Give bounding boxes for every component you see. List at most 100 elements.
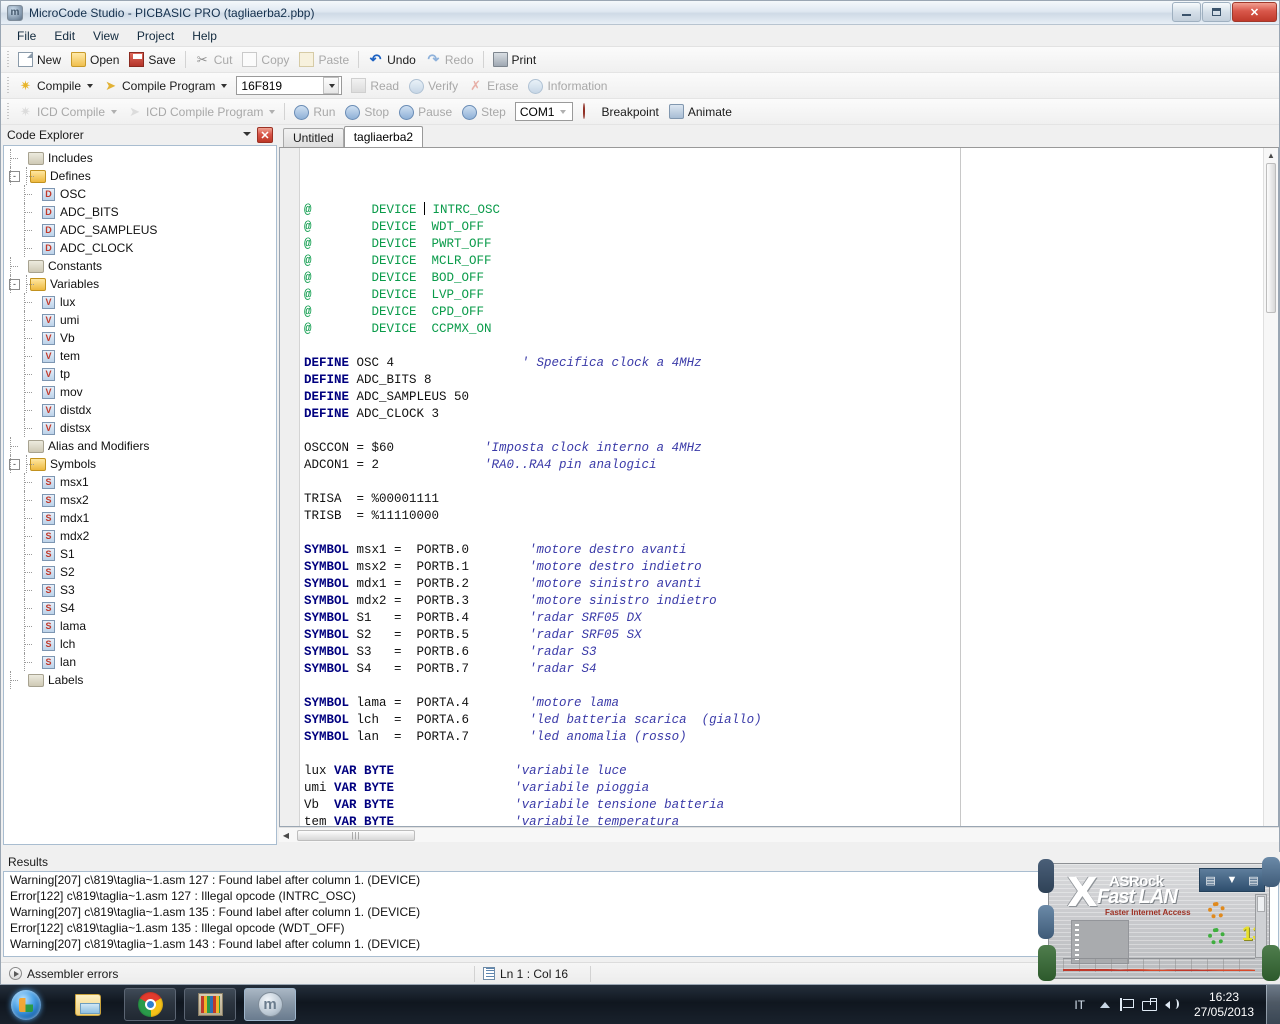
pause-button[interactable]: Pause bbox=[394, 102, 457, 122]
tree-item-lux[interactable]: Vlux bbox=[4, 293, 276, 311]
device-select-arrow[interactable] bbox=[323, 77, 339, 94]
scroll-left-arrow[interactable]: ◀ bbox=[279, 831, 293, 840]
close-icon[interactable]: ✕ bbox=[257, 127, 273, 143]
window-titlebar[interactable]: MicroCode Studio - PICBASIC PRO (tagliae… bbox=[1, 1, 1279, 25]
show-desktop-button[interactable] bbox=[1266, 985, 1280, 1024]
tree-item-msx1[interactable]: Smsx1 bbox=[4, 473, 276, 491]
scroll-up-arrow[interactable]: ▲ bbox=[1264, 148, 1278, 162]
close-button[interactable]: ✕ bbox=[1232, 2, 1277, 22]
new-button[interactable]: New bbox=[13, 50, 66, 69]
volume-button[interactable] bbox=[1160, 985, 1182, 1024]
chevron-down-icon[interactable] bbox=[111, 110, 117, 114]
tree-item-vb[interactable]: VVb bbox=[4, 329, 276, 347]
tree-item-umi[interactable]: Vumi bbox=[4, 311, 276, 329]
tree-item-tp[interactable]: Vtp bbox=[4, 365, 276, 383]
tree-item-s1[interactable]: SS1 bbox=[4, 545, 276, 563]
save-button[interactable]: Save bbox=[124, 50, 180, 69]
open-button[interactable]: Open bbox=[66, 50, 124, 69]
list-icon[interactable]: ▤ bbox=[1248, 874, 1258, 887]
tree-item-adc-bits[interactable]: DADC_BITS bbox=[4, 203, 276, 221]
menu-item-help[interactable]: Help bbox=[184, 27, 225, 45]
icd-compile-button[interactable]: ✷ ICD Compile bbox=[13, 102, 122, 121]
taskbar-item-microcode-studio[interactable] bbox=[244, 988, 296, 1021]
tree-item-lch[interactable]: Slch bbox=[4, 635, 276, 653]
menu-item-view[interactable]: View bbox=[85, 27, 127, 45]
tree-item-s3[interactable]: SS3 bbox=[4, 581, 276, 599]
toolbar-grip[interactable] bbox=[5, 103, 11, 121]
tree-item-tem[interactable]: Vtem bbox=[4, 347, 276, 365]
tree-item-distdx[interactable]: Vdistdx bbox=[4, 401, 276, 419]
panel-splitter[interactable] bbox=[279, 842, 1279, 847]
tree-item-symbols[interactable]: -Symbols bbox=[4, 455, 276, 473]
chevron-down-icon[interactable] bbox=[243, 132, 251, 136]
breakpoint-button[interactable]: Breakpoint bbox=[577, 102, 663, 121]
verify-button[interactable]: Verify bbox=[404, 76, 463, 96]
menu-item-project[interactable]: Project bbox=[129, 27, 182, 45]
tree-item-variables[interactable]: -Variables bbox=[4, 275, 276, 293]
tree-item-mov[interactable]: Vmov bbox=[4, 383, 276, 401]
tree-item-alias-and-modifiers[interactable]: Alias and Modifiers bbox=[4, 437, 276, 455]
menu-item-edit[interactable]: Edit bbox=[46, 27, 83, 45]
chevron-down-icon[interactable] bbox=[269, 110, 275, 114]
tree-item-mdx1[interactable]: Smdx1 bbox=[4, 509, 276, 527]
taskbar-item-winrar[interactable] bbox=[184, 988, 236, 1021]
code-explorer-tree[interactable]: Includes-DefinesDOSCDADC_BITSDADC_SAMPLE… bbox=[3, 145, 277, 845]
tree-item-includes[interactable]: Includes bbox=[4, 149, 276, 167]
run-button[interactable]: Run bbox=[289, 102, 340, 122]
chevron-down-icon[interactable]: ▼ bbox=[1227, 874, 1238, 886]
start-button[interactable] bbox=[0, 986, 52, 1023]
information-button[interactable]: Information bbox=[523, 76, 612, 96]
clock[interactable]: 16:23 27/05/2013 bbox=[1182, 985, 1266, 1024]
tree-item-lan[interactable]: Slan bbox=[4, 653, 276, 671]
port-select[interactable]: COM1 bbox=[515, 102, 574, 121]
port-select-arrow[interactable] bbox=[554, 103, 570, 120]
list-icon[interactable]: ▤ bbox=[1205, 874, 1215, 887]
horizontal-scroll-thumb[interactable]: ||| bbox=[297, 830, 415, 841]
toolbar-grip[interactable] bbox=[5, 77, 11, 95]
restore-button[interactable] bbox=[1202, 2, 1231, 22]
editor-vertical-scrollbar[interactable]: ▲ bbox=[1263, 148, 1278, 826]
step-button[interactable]: Step bbox=[457, 102, 511, 122]
editor-gutter[interactable] bbox=[280, 148, 300, 826]
print-button[interactable]: Print bbox=[488, 50, 542, 69]
vertical-scroll-track[interactable] bbox=[1264, 314, 1278, 826]
chevron-down-icon[interactable] bbox=[221, 84, 227, 88]
undo-button[interactable]: ↶ Undo bbox=[363, 50, 421, 69]
paste-button[interactable]: Paste bbox=[294, 50, 354, 69]
tree-item-distsx[interactable]: Vdistsx bbox=[4, 419, 276, 437]
menu-item-file[interactable]: File bbox=[9, 27, 44, 45]
tree-item-lama[interactable]: Slama bbox=[4, 617, 276, 635]
action-center-button[interactable] bbox=[1116, 985, 1138, 1024]
network-button[interactable] bbox=[1138, 985, 1160, 1024]
animate-button[interactable]: Animate bbox=[664, 102, 737, 121]
code-text-area[interactable]: @ DEVICE INTRC_OSC@ DEVICE WDT_OFF@ DEVI… bbox=[300, 148, 1263, 826]
stop-button[interactable]: Stop bbox=[340, 102, 394, 122]
compile-program-button[interactable]: ➤ Compile Program bbox=[98, 76, 232, 95]
tree-item-labels[interactable]: Labels bbox=[4, 671, 276, 689]
redo-button[interactable]: ↷ Redo bbox=[421, 50, 479, 69]
tree-item-s2[interactable]: SS2 bbox=[4, 563, 276, 581]
language-indicator[interactable]: IT bbox=[1065, 998, 1094, 1012]
tree-item-defines[interactable]: -Defines bbox=[4, 167, 276, 185]
show-hidden-icons-button[interactable] bbox=[1094, 985, 1116, 1024]
erase-button[interactable]: ✗ Erase bbox=[463, 76, 523, 95]
vertical-scroll-thumb[interactable] bbox=[1266, 163, 1276, 313]
tree-item-adc-sampleus[interactable]: DADC_SAMPLEUS bbox=[4, 221, 276, 239]
device-select[interactable]: 16F819 bbox=[236, 76, 342, 95]
tree-item-s4[interactable]: SS4 bbox=[4, 599, 276, 617]
tree-item-mdx2[interactable]: Smdx2 bbox=[4, 527, 276, 545]
compile-button[interactable]: ✷ Compile bbox=[13, 76, 98, 95]
status-mode-cell[interactable]: Assembler errors bbox=[1, 963, 126, 985]
tree-item-constants[interactable]: Constants bbox=[4, 257, 276, 275]
minimize-button[interactable] bbox=[1172, 2, 1201, 22]
editor-horizontal-scrollbar[interactable]: ◀ ||| bbox=[279, 827, 1279, 842]
toolbar-grip[interactable] bbox=[5, 51, 11, 69]
taskbar-item-explorer[interactable] bbox=[62, 988, 114, 1021]
icd-compile-program-button[interactable]: ➤ ICD Compile Program bbox=[122, 102, 280, 121]
tab-tagliaerba2[interactable]: tagliaerba2 bbox=[344, 126, 423, 147]
tab-untitled[interactable]: Untitled bbox=[283, 128, 344, 147]
chevron-down-icon[interactable] bbox=[87, 84, 93, 88]
copy-button[interactable]: Copy bbox=[237, 50, 294, 69]
asrock-button-group[interactable]: ▤ ▼ ▤ bbox=[1199, 868, 1265, 892]
asrock-xfast-lan-widget[interactable]: X ASRock Fast LAN Faster Internet Access… bbox=[1038, 857, 1280, 985]
